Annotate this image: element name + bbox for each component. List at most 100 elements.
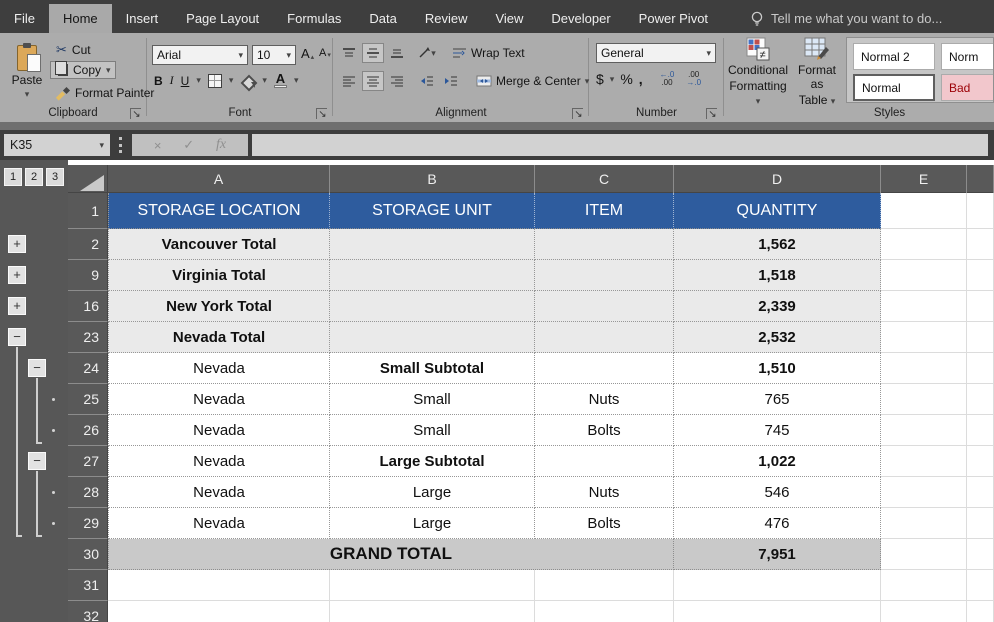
tab-page-layout[interactable]: Page Layout [172,4,273,33]
copy-dropdown-caret[interactable]: ▾ [106,65,111,76]
cell-e9[interactable] [881,260,967,291]
cell-d1[interactable]: QUANTITY [674,193,881,229]
cell-b24[interactable]: Small Subtotal [330,353,535,384]
cell-f2[interactable] [967,229,994,260]
cell-b9[interactable] [330,260,535,291]
format-painter-button[interactable]: Format Painter [52,85,158,101]
increase-font-button[interactable]: A▴ [298,45,317,62]
cell-c2[interactable] [535,229,674,260]
cell-e2[interactable] [881,229,967,260]
cell-a25[interactable]: Nevada [108,384,330,415]
increase-decimal-button[interactable]: ←.0.00 [657,71,678,87]
clipboard-dialog-launcher[interactable]: ↘ [130,108,141,119]
cell-d27[interactable]: 1,022 [674,446,881,477]
font-color-button[interactable]: A [274,73,287,88]
style-chip-normal-2[interactable]: Normal 2 [853,43,935,70]
cell-d25[interactable]: 765 [674,384,881,415]
italic-button[interactable]: I [170,73,174,88]
cell-b28[interactable]: Large [330,477,535,508]
outline-expand-button-row-16[interactable]: + [8,297,26,315]
cell-f1[interactable] [967,193,994,229]
row-header-27[interactable]: 27 [68,446,108,477]
cell-b27[interactable]: Large Subtotal [330,446,535,477]
cell-b26[interactable]: Small [330,415,535,446]
outline-expand-button-row-9[interactable]: + [8,266,26,284]
column-header-d[interactable]: D [674,165,881,193]
row-header-2[interactable]: 2 [68,229,108,260]
cell-e1[interactable] [881,193,967,229]
cell-b29[interactable]: Large [330,508,535,539]
cell-d29[interactable]: 476 [674,508,881,539]
paste-dropdown-caret[interactable]: ▾ [25,89,30,100]
cell-e27[interactable] [881,446,967,477]
conditional-formatting-button[interactable]: ≠ Conditional Formatting ▾ [727,37,789,108]
cell-f24[interactable] [967,353,994,384]
formula-input[interactable] [252,134,988,156]
cell-c9[interactable] [535,260,674,291]
align-left-button[interactable] [338,71,360,91]
font-color-dropdown[interactable]: ▾ [294,75,299,86]
style-chip-norm[interactable]: Norm [941,43,994,70]
cell-d31[interactable] [674,570,881,601]
cell-f26[interactable] [967,415,994,446]
decrease-decimal-button[interactable]: .00→.0 [683,71,704,87]
column-header-partial[interactable] [967,165,994,193]
cell-c31[interactable] [535,570,674,601]
fill-color-dropdown[interactable]: ▾ [262,75,267,86]
row-header-9[interactable]: 9 [68,260,108,291]
cell-a26[interactable]: Nevada [108,415,330,446]
cell-f29[interactable] [967,508,994,539]
tab-developer[interactable]: Developer [537,4,624,33]
tab-home[interactable]: Home [49,4,112,33]
column-header-e[interactable]: E [881,165,967,193]
cell-b1[interactable]: STORAGE UNIT [330,193,535,229]
comma-style-button[interactable]: , [639,71,643,87]
percent-button[interactable]: % [620,71,632,87]
cell-f32[interactable] [967,601,994,622]
column-header-c[interactable]: C [535,165,674,193]
fill-color-icon[interactable] [240,74,255,88]
decrease-indent-button[interactable] [416,71,438,91]
cell-b31[interactable] [330,570,535,601]
outline-level-button-2[interactable]: 2 [25,168,43,186]
cell-e28[interactable] [881,477,967,508]
cell-f27[interactable] [967,446,994,477]
decrease-font-button[interactable]: A▾ [316,46,334,60]
cell-f25[interactable] [967,384,994,415]
row-header-23[interactable]: 23 [68,322,108,353]
cell-a24[interactable]: Nevada [108,353,330,384]
cell-a29[interactable]: Nevada [108,508,330,539]
formula-bar-resize-handle[interactable] [119,137,122,153]
alignment-dialog-launcher[interactable]: ↘ [572,108,583,119]
paste-button[interactable]: Paste ▾ [6,39,48,105]
cell-c1[interactable]: ITEM [535,193,674,229]
cancel-icon[interactable]: × [154,138,162,153]
increase-indent-button[interactable] [440,71,462,91]
cell-c16[interactable] [535,291,674,322]
cell-e30[interactable] [881,539,967,570]
outline-collapse-button-row-24[interactable]: − [28,359,46,377]
tab-insert[interactable]: Insert [112,4,173,33]
cell-c26[interactable]: Bolts [535,415,674,446]
outline-level-button-3[interactable]: 3 [46,168,64,186]
cell-b2[interactable] [330,229,535,260]
column-header-a[interactable]: A [108,165,330,193]
cell-a9[interactable]: Virginia Total [108,260,330,291]
orientation-button[interactable]: ▾ [416,43,438,63]
row-header-1[interactable]: 1 [68,193,108,229]
row-header-30[interactable]: 30 [68,539,108,570]
cell-e31[interactable] [881,570,967,601]
cell-f16[interactable] [967,291,994,322]
copy-button[interactable]: Copy ▾ [50,61,116,79]
cell-a31[interactable] [108,570,330,601]
cell-e26[interactable] [881,415,967,446]
outline-collapse-button-row-23[interactable]: − [8,328,26,346]
format-as-table-button[interactable]: Format as Table ▾ [791,37,843,108]
font-dialog-launcher[interactable]: ↘ [316,108,327,119]
cell-a23[interactable]: Nevada Total [108,322,330,353]
cell-c25[interactable]: Nuts [535,384,674,415]
merge-center-button[interactable]: Merge & Center ▾ [476,74,589,88]
currency-button[interactable]: $ [596,71,604,87]
cell-e32[interactable] [881,601,967,622]
tab-view[interactable]: View [481,4,537,33]
